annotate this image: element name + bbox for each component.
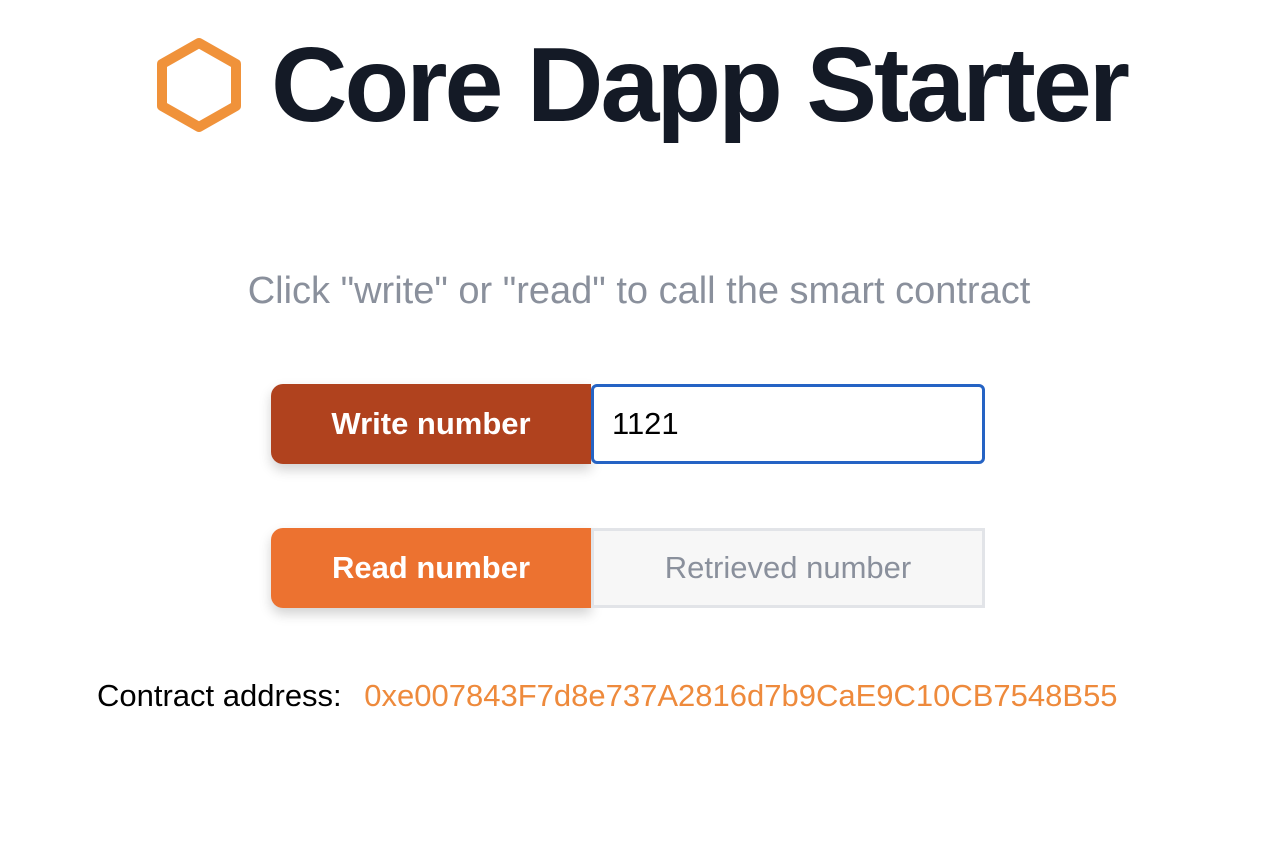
read-row: Read number Retrieved number bbox=[271, 528, 985, 608]
header: Core Dapp Starter bbox=[0, 30, 1278, 140]
page-title: Core Dapp Starter bbox=[270, 26, 1130, 144]
write-row: Write number bbox=[271, 384, 985, 464]
app-page: Core Dapp Starter Click "write" or "read… bbox=[0, 0, 1278, 844]
hexagon-icon bbox=[151, 37, 247, 133]
number-input[interactable] bbox=[591, 384, 985, 464]
contract-address-row: Contract address: 0xe007843F7d8e737A2816… bbox=[97, 676, 1118, 716]
retrieved-number-display: Retrieved number bbox=[591, 528, 985, 608]
instructions-text: Click "write" or "read" to call the smar… bbox=[247, 270, 1031, 312]
contract-address-link[interactable]: 0xe007843F7d8e737A2816d7b9CaE9C10CB7548B… bbox=[364, 678, 1117, 713]
contract-address-label: Contract address: bbox=[97, 678, 342, 713]
write-number-button[interactable]: Write number bbox=[271, 384, 591, 464]
read-number-button[interactable]: Read number bbox=[271, 528, 591, 608]
